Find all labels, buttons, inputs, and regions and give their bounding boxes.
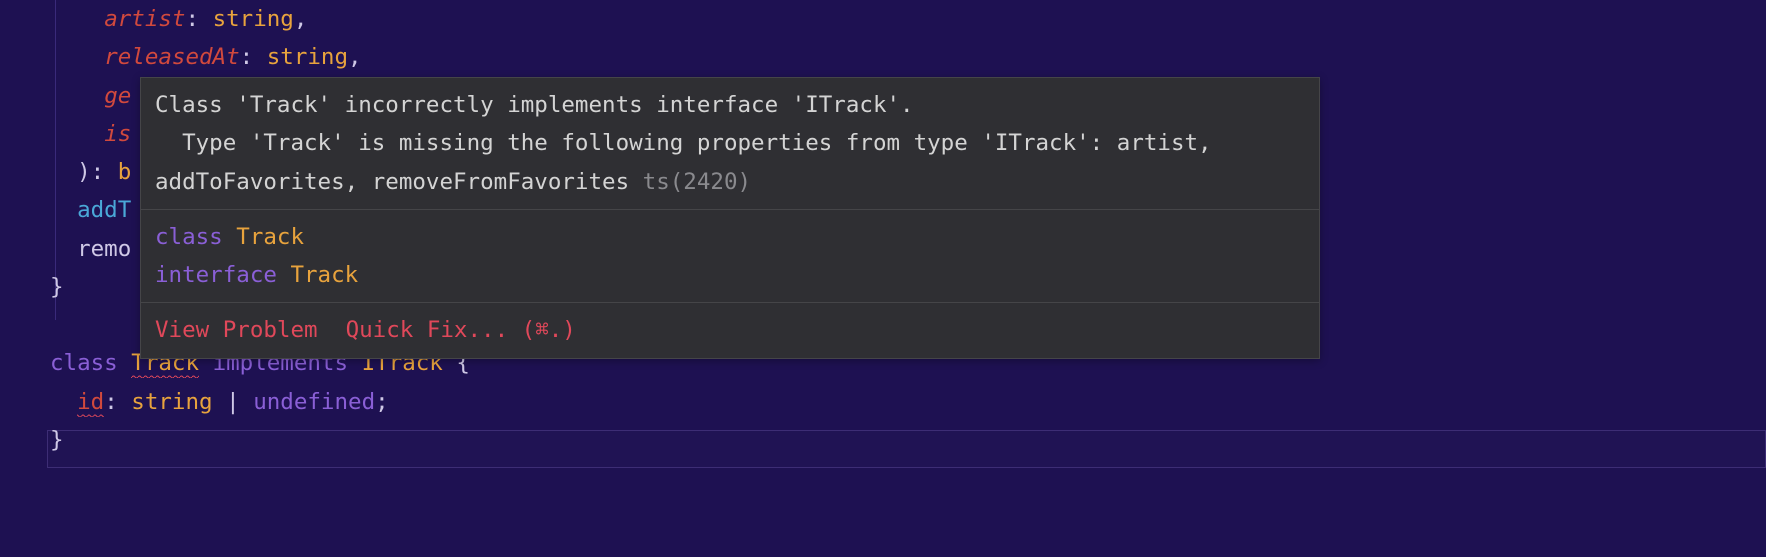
symbol-signature: class Track [155,218,1305,256]
type-annotation: string [267,44,348,70]
type-annotation: string [213,6,294,32]
property-name-partial: is [104,121,131,147]
property-name: releasedAt [104,44,239,70]
method-name-partial: addT [77,197,131,223]
symbol-signature: interface Track [155,256,1305,294]
code-line[interactable]: releasedAt: string, [50,38,1766,76]
error-message-section: Class 'Track' incorrectly implements int… [141,78,1319,210]
quick-fix-link[interactable]: Quick Fix... (⌘.) [346,317,576,343]
code-line[interactable]: id: string | undefined; [50,383,1766,421]
hover-tooltip: Class 'Track' incorrectly implements int… [140,77,1320,359]
error-message-line: Class 'Track' incorrectly implements int… [155,86,1305,124]
property-name: artist [104,6,185,32]
error-code: ts(2420) [643,169,751,195]
property-name-partial: ge [104,83,131,109]
error-message-line: Type 'Track' is missing the following pr… [155,124,1305,201]
method-name-partial: remo [77,236,131,262]
code-line[interactable]: } [50,421,1766,459]
property-name-error[interactable]: id [77,389,104,417]
symbol-info-section: class Track interface Track [141,210,1319,304]
view-problem-link[interactable]: View Problem [155,317,318,343]
code-line[interactable]: artist: string, [50,0,1766,38]
hover-actions-section: View Problem Quick Fix... (⌘.) [141,303,1319,357]
